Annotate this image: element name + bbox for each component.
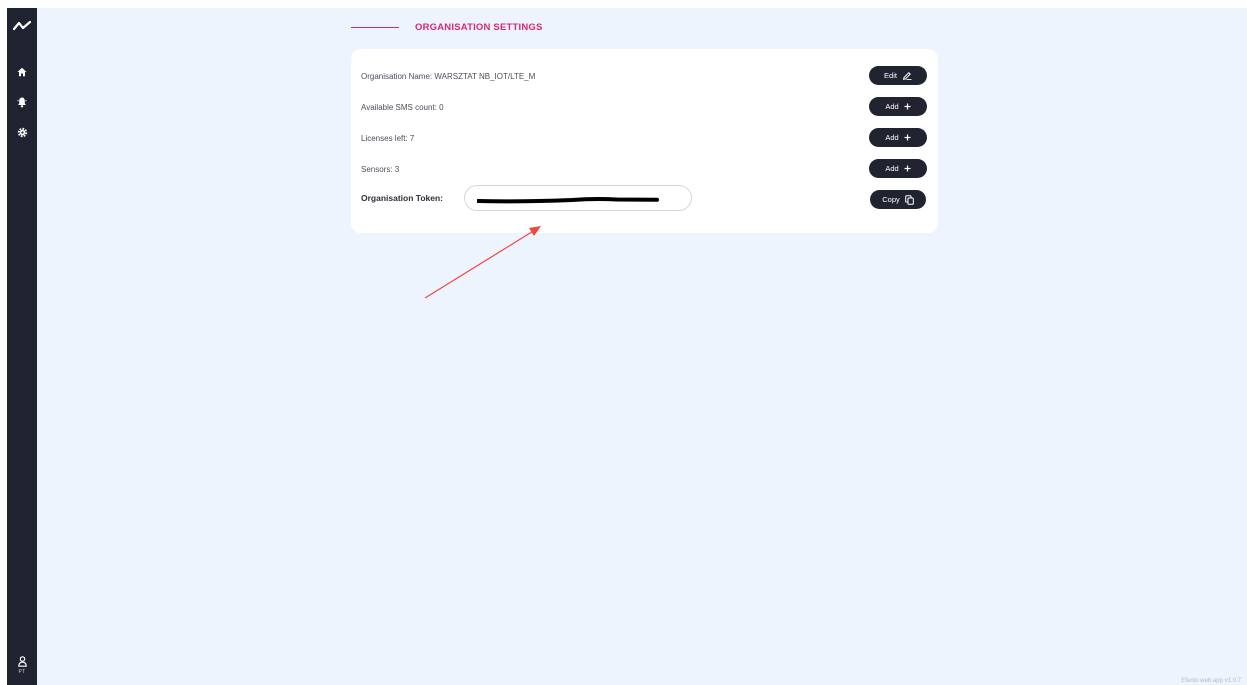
licenses-left-label: Licenses left: 7	[361, 134, 415, 143]
home-icon	[17, 67, 27, 77]
plus-icon	[904, 134, 911, 141]
copy-icon	[904, 194, 914, 205]
sidebar-item-home[interactable]	[7, 62, 37, 82]
add-sensors-button-label: Add	[885, 164, 899, 173]
bell-icon	[17, 97, 27, 107]
plus-icon	[904, 165, 911, 172]
app-version: Efento web app v1.0.7	[1181, 678, 1241, 684]
sensors-label: Sensors: 3	[361, 165, 400, 174]
add-licenses-button-label: Add	[885, 133, 899, 142]
organisation-token-field[interactable]	[464, 185, 692, 211]
gear-icon	[17, 127, 27, 137]
user-icon	[17, 655, 27, 667]
add-sms-button[interactable]: Add	[869, 97, 927, 116]
user-menu[interactable]: PT	[7, 650, 37, 680]
app-logo[interactable]	[7, 16, 37, 36]
header-divider	[351, 27, 399, 28]
page-title: ORGANISATION SETTINGS	[415, 22, 543, 33]
sidebar: PT	[7, 8, 37, 685]
add-sensors-button[interactable]: Add	[869, 159, 927, 178]
add-licenses-button[interactable]: Add	[869, 128, 927, 147]
sms-count-label: Available SMS count: 0	[361, 103, 444, 112]
section-header: ORGANISATION SETTINGS	[351, 22, 543, 33]
plus-icon	[904, 103, 911, 110]
sidebar-item-alarms[interactable]	[7, 92, 37, 112]
organisation-settings-card: Organisation Name: WARSZTAT NB_IOT/LTE_M…	[351, 49, 938, 233]
edit-organisation-button[interactable]: Edit	[869, 66, 927, 85]
pencil-icon	[902, 71, 912, 80]
trend-line-icon	[13, 20, 31, 31]
app-frame: PT ORGANISATION SETTINGS Organisation Na…	[7, 8, 1247, 685]
redaction-scribble	[477, 197, 659, 204]
copy-token-button[interactable]: Copy	[870, 190, 926, 209]
organisation-name-label: Organisation Name: WARSZTAT NB_IOT/LTE_M	[361, 72, 536, 81]
organisation-token-label: Organisation Token:	[361, 193, 444, 203]
copy-button-label: Copy	[882, 195, 900, 204]
edit-button-label: Edit	[884, 71, 897, 80]
add-sms-button-label: Add	[885, 102, 899, 111]
user-initials: PT	[18, 668, 26, 675]
sidebar-item-settings[interactable]	[7, 122, 37, 142]
